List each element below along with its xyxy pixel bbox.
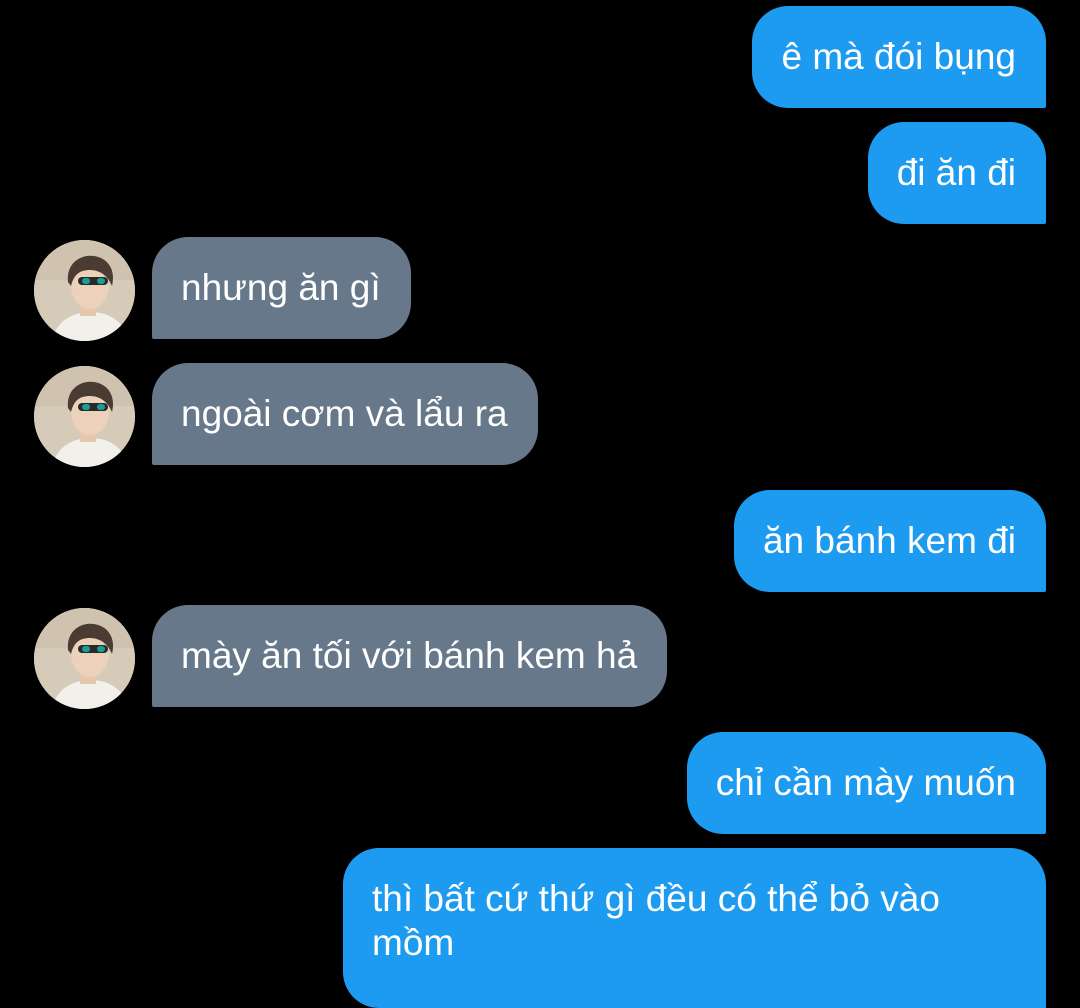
avatar[interactable]: [34, 240, 135, 341]
message-bubble-received[interactable]: ngoài cơm và lẩu ra: [152, 363, 538, 465]
message-bubble-sent[interactable]: ê mà đói bụng: [752, 6, 1046, 108]
avatar[interactable]: [34, 366, 135, 467]
user-avatar-photo-icon: [34, 240, 135, 341]
message-text: thì bất cứ thứ gì đều có thể bỏ vào mồm: [372, 878, 940, 963]
message-text: đi ăn đi: [896, 152, 1016, 193]
message-bubble-received[interactable]: mày ăn tối với bánh kem hả: [152, 605, 668, 707]
message-text: chỉ cần mày muốn: [715, 762, 1016, 803]
message-text: mày ăn tối với bánh kem hả: [181, 635, 638, 676]
message-text: ngoài cơm và lẩu ra: [181, 393, 508, 434]
message-text: ê mà đói bụng: [781, 36, 1016, 77]
message-bubble-sent[interactable]: thì bất cứ thứ gì đều có thể bỏ vào mồm: [343, 848, 1046, 1008]
user-avatar-photo-icon: [34, 366, 135, 467]
message-bubble-sent[interactable]: ăn bánh kem đi: [733, 490, 1046, 592]
message-bubble-sent[interactable]: đi ăn đi: [867, 122, 1046, 224]
avatar[interactable]: [34, 608, 135, 709]
message-text: nhưng ăn gì: [181, 267, 381, 308]
user-avatar-photo-icon: [34, 608, 135, 709]
message-bubble-sent[interactable]: chỉ cần mày muốn: [686, 732, 1046, 834]
message-text: ăn bánh kem đi: [762, 520, 1016, 561]
message-bubble-received[interactable]: nhưng ăn gì: [152, 237, 411, 339]
